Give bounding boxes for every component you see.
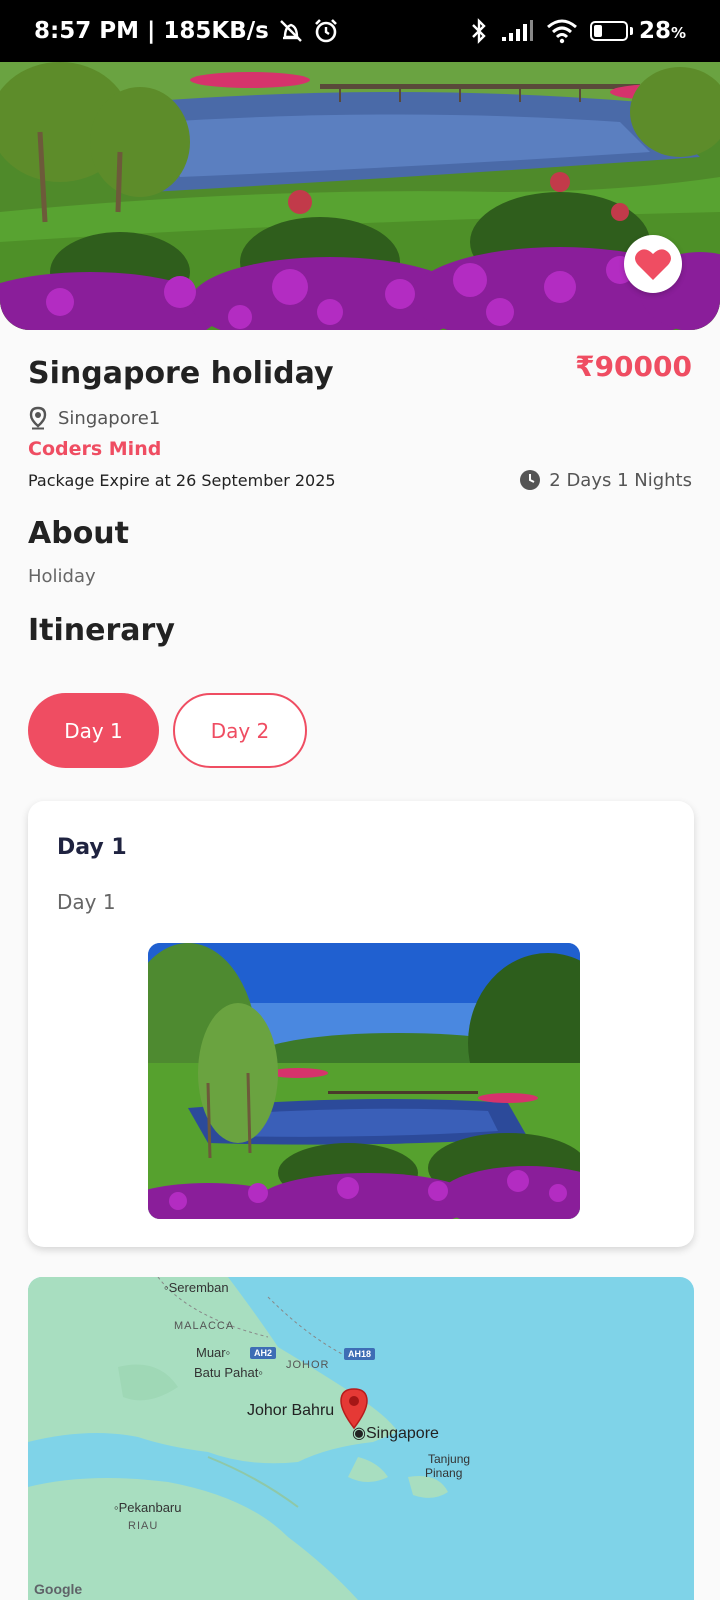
day-card-description: Day 1 xyxy=(57,890,116,914)
about-text: Holiday xyxy=(28,566,96,587)
day-card-title: Day 1 xyxy=(57,835,127,860)
map-label-pekanbaru: ◦Pekanbaru xyxy=(114,1500,182,1515)
status-bar: 8:57 PM | 185KB/s 28% xyxy=(0,0,720,62)
about-heading: About xyxy=(28,516,130,551)
itinerary-day-card: Day 1 Day 1 xyxy=(28,801,694,1247)
battery-icon xyxy=(589,21,628,41)
map-label-pekanbaru-text: Pekanbaru xyxy=(118,1500,182,1515)
road-ah2-badge: AH2 xyxy=(250,1347,277,1359)
map-label-riau: RIAU xyxy=(128,1520,159,1532)
landscape-photo xyxy=(148,943,580,1219)
map-label-batu-pahat-text: Batu Pahat xyxy=(194,1365,259,1380)
map-label-muar: Muar◦ xyxy=(196,1345,231,1360)
heart-icon xyxy=(635,249,671,280)
hero-image xyxy=(0,62,720,330)
map-label-pinang: Pinang xyxy=(425,1466,463,1480)
alarm-icon xyxy=(314,19,337,43)
percent-sign: % xyxy=(670,24,686,42)
status-right: 28% xyxy=(470,18,686,44)
map-label-seremban: ◦Seremban xyxy=(164,1280,229,1295)
landscape-photo xyxy=(0,62,720,330)
tab-day-1[interactable]: Day 1 xyxy=(28,693,159,768)
location-pin-icon xyxy=(29,406,47,430)
signal-icon xyxy=(501,20,533,41)
battery-tip xyxy=(629,27,633,35)
company-name[interactable]: Coders Mind xyxy=(28,438,161,460)
mute-icon xyxy=(279,20,302,42)
battery-fill xyxy=(593,25,603,37)
package-title: Singapore holiday xyxy=(28,356,334,391)
map-label-johor: JOHOR xyxy=(286,1359,330,1371)
battery-indicator: 28% xyxy=(589,18,686,44)
package-price: ₹90000 xyxy=(575,350,692,383)
status-left: 8:57 PM | 185KB/s xyxy=(34,18,339,44)
road-ah18-badge: AH18 xyxy=(344,1348,376,1360)
duration-row: 2 Days 1 Nights xyxy=(519,469,692,491)
map-label-seremban-text: Seremban xyxy=(168,1280,229,1295)
location-row: Singapore1 xyxy=(28,406,160,430)
map-label-johor-bahru: Johor Bahru xyxy=(247,1402,335,1419)
bluetooth-icon xyxy=(472,18,486,44)
favorite-button[interactable] xyxy=(624,235,682,293)
map-label-singapore-text: Singapore xyxy=(365,1425,439,1442)
map-label-tanjung: Tanjung xyxy=(428,1452,471,1466)
google-logo: Google xyxy=(34,1581,83,1597)
expiry-text: Package Expire at 26 September 2025 xyxy=(28,471,336,490)
status-time: 8:57 PM | 185KB/s xyxy=(34,18,269,44)
location-text: Singapore1 xyxy=(58,407,161,429)
map-marker-icon[interactable] xyxy=(339,1387,369,1429)
map-label-muar-text: Muar xyxy=(196,1345,226,1360)
battery-percent: 28% xyxy=(639,18,686,44)
day-card-image xyxy=(148,943,580,1219)
battery-percent-value: 28 xyxy=(638,18,671,44)
tab-day-2[interactable]: Day 2 xyxy=(173,693,307,768)
map-label-malacca: MALACCA xyxy=(174,1320,235,1332)
wifi-icon xyxy=(546,19,577,44)
location-map[interactable]: ◦Seremban MALACCA Muar◦ AH2 AH18 JOHOR B… xyxy=(28,1277,694,1600)
itinerary-heading: Itinerary xyxy=(28,613,175,648)
map-label-batu-pahat: Batu Pahat◦ xyxy=(194,1365,263,1380)
duration-text: 2 Days 1 Nights xyxy=(549,469,692,491)
clock-icon xyxy=(520,470,541,490)
